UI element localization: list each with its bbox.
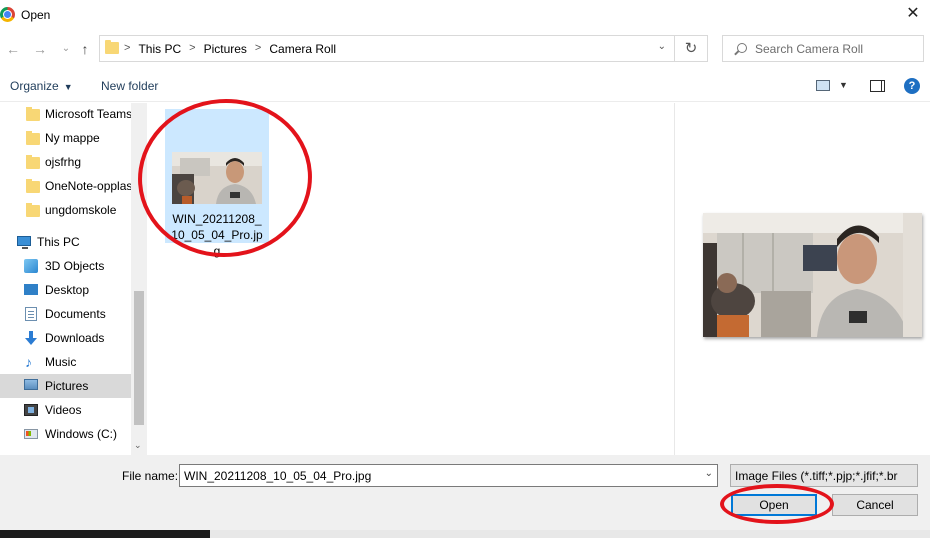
folder-icon <box>26 107 40 121</box>
organize-button[interactable]: Organize ▼ <box>10 79 73 93</box>
sidebar-item-onenote-opplas[interactable]: OneNote-opplas <box>0 175 133 197</box>
folder-icon <box>105 40 119 54</box>
sidebar-item-3d-objects[interactable]: 3D Objects <box>0 255 131 277</box>
sidebar-item-videos[interactable]: Videos <box>0 399 131 421</box>
sidebar-item-pictures[interactable]: Pictures <box>0 374 131 398</box>
breadcrumb-separator: > <box>254 42 262 54</box>
help-icon[interactable]: ? <box>904 78 920 94</box>
drive-icon <box>24 429 38 439</box>
sidebar-item-label: ungdomskole <box>45 203 117 217</box>
file-thumbnail <box>172 152 262 204</box>
forward-arrow-icon[interactable]: → <box>30 40 50 58</box>
address-bar[interactable]: > This PC > Pictures > Camera Roll ⌄ <box>99 35 675 62</box>
command-bar: Organize ▼ New folder ▼ ? <box>0 70 930 102</box>
open-file-dialog: Open ✕ ← → ⌄ ↑ > This PC > Pictures > Ca… <box>0 0 930 530</box>
taskbar-strip <box>0 530 930 538</box>
preview-pane-icon[interactable] <box>870 80 885 92</box>
sidebar-item-label: ojsfrhg <box>45 155 82 169</box>
sidebar-item-label: This PC <box>37 235 80 249</box>
sidebar-item-label: OneNote-opplas <box>45 179 133 193</box>
file-name-combobox[interactable]: ⌄ <box>179 464 718 487</box>
sidebar-item-label: Music <box>45 355 77 369</box>
search-icon <box>737 43 747 53</box>
title-bar: Open ✕ <box>0 0 930 30</box>
folder-icon <box>26 155 40 169</box>
sidebar-item-label: Windows (C:) <box>45 427 118 441</box>
videos-icon <box>24 404 38 416</box>
dialog-title: Open <box>21 8 51 22</box>
cancel-button[interactable]: Cancel <box>832 494 918 516</box>
photo-thumbnail-image <box>172 152 262 204</box>
caret-down-icon: ▼ <box>63 82 73 92</box>
navigation-pane: Microsoft Teams Ny mappe ojsfrhg OneNote… <box>0 103 147 455</box>
folder-icon <box>26 203 40 217</box>
file-item[interactable]: WIN_20211208_10_05_04_Pro.jpg <box>165 109 269 258</box>
refresh-button[interactable]: ↻ <box>675 35 708 62</box>
preview-image <box>703 213 922 337</box>
sidebar-item-label: Downloads <box>45 331 105 345</box>
pictures-icon <box>24 379 38 390</box>
documents-icon <box>25 307 37 321</box>
search-box[interactable] <box>722 35 924 62</box>
sidebar-item-label: Videos <box>45 403 82 417</box>
file-name-field[interactable] <box>184 467 694 484</box>
close-button[interactable]: ✕ <box>900 4 926 26</box>
sidebar-item-label: Ny mappe <box>45 131 100 145</box>
music-icon: ♪ <box>25 354 32 370</box>
navigation-scrollbar[interactable]: ⌄ <box>131 103 147 455</box>
search-input[interactable] <box>755 37 919 60</box>
change-view-icon[interactable] <box>816 80 830 91</box>
sidebar-item-windows-c[interactable]: Windows (C:) <box>0 423 131 445</box>
breadcrumb: > This PC > Pictures > Camera Roll <box>124 42 336 56</box>
scrollbar-thumb[interactable] <box>134 291 144 425</box>
recent-locations-icon[interactable]: ⌄ <box>56 40 76 58</box>
file-type-value: Image Files (*.tiff;*.pjp;*.jfif;*.br <box>735 469 898 483</box>
sidebar-item-label: Documents <box>45 307 106 321</box>
breadcrumb-camera-roll[interactable]: Camera Roll <box>269 42 336 56</box>
chevron-down-icon[interactable]: ⌄ <box>658 41 666 52</box>
folder-icon <box>26 131 40 145</box>
file-name-field-label: File name: <box>122 469 179 483</box>
organize-label: Organize <box>10 79 59 93</box>
pane-divider <box>674 103 675 455</box>
dialog-footer: File name: ⌄ Image Files (*.tiff;*.pjp;*… <box>0 455 930 530</box>
sidebar-item-label: 3D Objects <box>45 259 105 273</box>
file-name-label: WIN_20211208_10_05_04_Pro.jpg <box>171 212 263 258</box>
sidebar-item-this-pc[interactable]: This PC <box>0 231 131 253</box>
open-button[interactable]: Open <box>731 494 817 516</box>
breadcrumb-separator: > <box>124 42 131 54</box>
breadcrumb-pictures[interactable]: Pictures <box>204 42 247 56</box>
file-list: WIN_20211208_10_05_04_Pro.jpg <box>147 103 674 455</box>
breadcrumb-this-pc[interactable]: This PC <box>138 42 181 56</box>
photo-preview-image <box>703 213 922 337</box>
sidebar-item-desktop[interactable]: Desktop <box>0 279 131 301</box>
view-options-caret-icon[interactable]: ▼ <box>839 80 848 90</box>
file-type-select[interactable]: Image Files (*.tiff;*.pjp;*.jfif;*.br <box>730 464 918 487</box>
sidebar-item-ungdomskole[interactable]: ungdomskole <box>0 199 131 221</box>
pc-icon <box>17 236 31 249</box>
downloads-icon <box>24 331 38 345</box>
3d-objects-icon <box>24 259 38 273</box>
chrome-icon <box>0 7 15 22</box>
folder-icon <box>26 179 40 193</box>
taskbar-strip-light <box>210 530 930 538</box>
breadcrumb-separator: > <box>189 42 196 54</box>
sidebar-item-music[interactable]: ♪ Music <box>0 351 131 373</box>
desktop-icon <box>24 284 38 295</box>
chevron-down-icon[interactable]: ⌄ <box>705 468 713 479</box>
back-arrow-icon[interactable]: ← <box>3 40 23 58</box>
scroll-down-icon[interactable]: ⌄ <box>134 440 142 451</box>
sidebar-item-label: Pictures <box>45 379 89 393</box>
up-arrow-icon[interactable]: ↑ <box>75 40 95 58</box>
sidebar-item-downloads[interactable]: Downloads <box>0 327 131 349</box>
sidebar-item-ny-mappe[interactable]: Ny mappe <box>0 127 131 149</box>
sidebar-item-microsoft-teams[interactable]: Microsoft Teams <box>0 103 133 125</box>
sidebar-item-documents[interactable]: Documents <box>0 303 131 325</box>
new-folder-button[interactable]: New folder <box>101 79 158 93</box>
sidebar-item-ojsfrhg[interactable]: ojsfrhg <box>0 151 131 173</box>
sidebar-item-label: Desktop <box>45 283 90 297</box>
sidebar-item-label: Microsoft Teams <box>45 107 133 121</box>
